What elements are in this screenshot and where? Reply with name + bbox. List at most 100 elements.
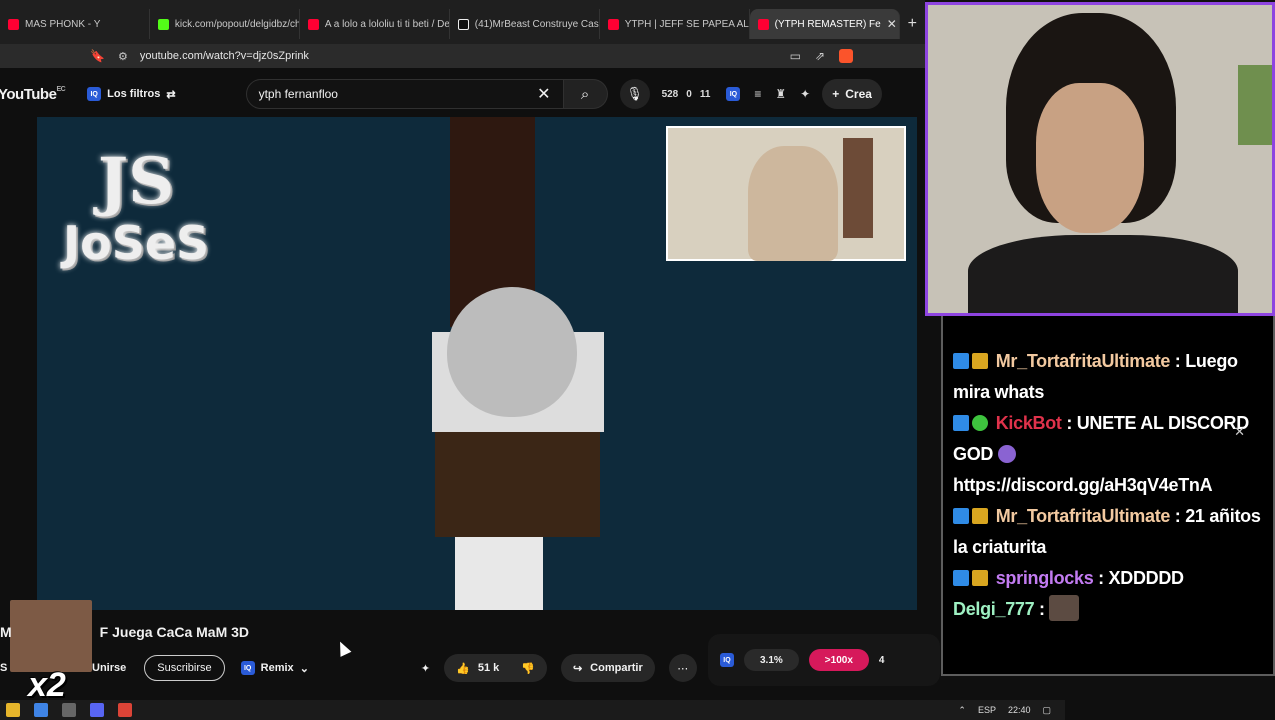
address-bar-actions: ▭ ⇗ xyxy=(790,49,925,63)
stat-value: 11 xyxy=(699,88,711,100)
extension-stats: 528 0 11 xyxy=(662,89,711,100)
join-button[interactable]: Unirse xyxy=(92,662,126,674)
remix-button[interactable]: IQ Remix ⌄ xyxy=(233,655,317,681)
iq-extension-icon[interactable]: IQ xyxy=(720,653,734,667)
clear-search-icon[interactable]: ✕ xyxy=(537,84,550,104)
browser-tab[interactable]: YTPH | JEFF SE PAPEA AL ESP xyxy=(600,9,750,39)
stream-chat: ✕ Mr_TortafritaUltimate : Luego mira wha… xyxy=(941,316,1275,676)
bookmark-icon[interactable]: 🔖 xyxy=(90,49,105,63)
trophy-icon[interactable]: ♜ xyxy=(775,87,786,101)
youtube-masthead: YouTubeEC IQ Los filtros ⇄ ytph fernanfl… xyxy=(0,74,925,114)
kick-icon xyxy=(157,18,169,30)
search-query: ytph fernanfloo xyxy=(258,87,338,101)
chat-username[interactable]: springlocks xyxy=(996,568,1094,588)
iq-trailing-value: 4 xyxy=(878,654,885,666)
file-explorer-icon[interactable] xyxy=(6,703,20,717)
clock[interactable]: 22:40 xyxy=(1008,705,1031,716)
chat-message: Mr_TortafritaUltimate : 21 añitos la cri… xyxy=(953,506,1261,557)
browser-tab[interactable]: (41)MrBeast Construye Casas xyxy=(450,9,600,39)
title-prefix: M xyxy=(0,624,12,640)
share-icon[interactable]: ⇗ xyxy=(815,49,825,63)
chat-username[interactable]: Mr_TortafritaUltimate xyxy=(996,506,1171,526)
search-icon: ⌕ xyxy=(580,85,590,103)
language-indicator[interactable]: ESP xyxy=(978,705,996,716)
chat-username[interactable]: Delgi_777 xyxy=(953,599,1035,619)
notification-icon[interactable]: ▢ xyxy=(1042,705,1051,716)
engagement-group: ✦ 👍 51 k 👎 ↪ Compartir ⋯ xyxy=(421,654,697,682)
inset-door xyxy=(843,138,873,238)
iq-extension-icon: IQ xyxy=(87,87,102,101)
chat-link[interactable]: https://discord.gg/aH3qV4eTnA xyxy=(953,475,1213,495)
app-icon[interactable] xyxy=(34,703,48,717)
extension-puzzle-icon[interactable]: ✦ xyxy=(800,87,810,101)
youtube-icon xyxy=(757,18,769,30)
chat-message: Mr_TortafritaUltimate : Luego mira whats xyxy=(953,351,1238,402)
streamer-webcam xyxy=(925,2,1275,316)
share-button[interactable]: ↪ Compartir xyxy=(560,654,655,682)
menu-icon[interactable]: ≡ xyxy=(754,87,761,101)
pin-badge-icon xyxy=(953,508,969,524)
gift-icon[interactable]: ✦ xyxy=(421,662,430,675)
tab-label: kick.com/popout/delgidbz/ch xyxy=(174,18,300,30)
crown-badge-icon xyxy=(972,353,988,369)
iq-percent[interactable]: 3.1% xyxy=(744,649,799,671)
verified-badge-icon xyxy=(972,415,988,431)
search-input[interactable]: ytph fernanfloo ✕ xyxy=(245,79,564,109)
chat-username[interactable]: Mr_TortafritaUltimate xyxy=(996,351,1171,371)
youtube-icon xyxy=(607,18,619,30)
video-scene-cone xyxy=(447,287,577,417)
iq-multiplier[interactable]: >100x xyxy=(808,649,869,671)
close-tab-icon[interactable]: ✕ xyxy=(887,17,897,31)
chrome-icon[interactable] xyxy=(118,703,132,717)
create-button[interactable]: + Crea xyxy=(822,79,882,109)
tab-label: (41)MrBeast Construye Casas xyxy=(474,18,600,30)
url-field[interactable]: youtube.com/watch?v=djz0sZprink xyxy=(140,50,309,62)
voice-search-button[interactable]: 🎙 xyxy=(619,79,650,109)
like-button[interactable]: 👍 51 k 👎 xyxy=(444,654,547,682)
cast-icon[interactable]: ▭ xyxy=(790,49,801,63)
pin-badge-icon xyxy=(953,353,969,369)
thumbs-up-icon: 👍 xyxy=(456,662,470,675)
video-scene-dirt-block xyxy=(435,432,600,537)
subscribe-button[interactable]: Suscribirse xyxy=(144,655,225,681)
youtube-logo[interactable]: YouTubeEC xyxy=(0,85,66,103)
tab-label: (YTPH REMASTER) Fe xyxy=(774,18,881,30)
app-icon[interactable] xyxy=(62,703,76,717)
tab-label: MAS PHONK - Y xyxy=(25,18,101,30)
inset-person xyxy=(748,146,838,261)
iq-extension-icon[interactable]: IQ xyxy=(726,87,741,101)
video-player[interactable]: JS JoSeS xyxy=(37,117,917,610)
browser-tab[interactable]: A a lolo a lololiu ti ti beti / De xyxy=(300,9,450,39)
video-title: M F Juega CaCa MaM 3D xyxy=(0,624,249,640)
browser-tab-active[interactable]: (YTPH REMASTER) Fe ✕ xyxy=(749,9,900,39)
close-icon[interactable]: ✕ xyxy=(1234,424,1245,440)
remix-label: Remix xyxy=(260,662,294,674)
browser-tab[interactable]: MAS PHONK - Y xyxy=(0,9,150,39)
brave-shield-icon[interactable] xyxy=(839,49,853,63)
tray-chevron-icon[interactable]: ⌃ xyxy=(958,705,966,716)
filters-button[interactable]: IQ Los filtros ⇄ xyxy=(87,87,176,101)
channel-watermark: JS JoSeS xyxy=(63,144,209,270)
chat-message: KickBot : UNETE AL DISCORD GOD https://d… xyxy=(953,413,1249,495)
chat-username[interactable]: KickBot xyxy=(996,413,1062,433)
more-options-button[interactable]: ⋯ xyxy=(668,654,697,682)
discord-icon[interactable] xyxy=(90,703,104,717)
browser-tab[interactable]: kick.com/popout/delgidbz/ch xyxy=(150,9,300,39)
country-code: EC xyxy=(56,85,66,93)
new-tab-button[interactable]: + xyxy=(900,15,925,33)
plus-icon: + xyxy=(832,87,840,101)
thumbs-down-icon[interactable]: 👎 xyxy=(521,662,535,675)
iq-extension-bar: IQ 3.1% >100x 4 xyxy=(708,634,940,686)
tab-label: YTPH | JEFF SE PAPEA AL ESP xyxy=(624,18,749,30)
masthead-icons: IQ ≡ ♜ ✦ xyxy=(726,87,810,101)
chat-text: XDDDDD xyxy=(1108,568,1185,588)
crown-badge-icon xyxy=(972,570,988,586)
watermark-big: JS xyxy=(97,144,175,219)
search-button[interactable]: ⌕ xyxy=(563,79,608,109)
logo-text: YouTube xyxy=(0,85,57,103)
webcam-shirt xyxy=(968,235,1238,313)
video-webcam-inset xyxy=(666,126,906,261)
site-settings-icon[interactable]: ⚙ xyxy=(118,50,128,63)
screen: MAS PHONK - Y kick.com/popout/delgidbz/c… xyxy=(0,0,1275,720)
subscribe-label: Suscribirse xyxy=(157,662,212,674)
